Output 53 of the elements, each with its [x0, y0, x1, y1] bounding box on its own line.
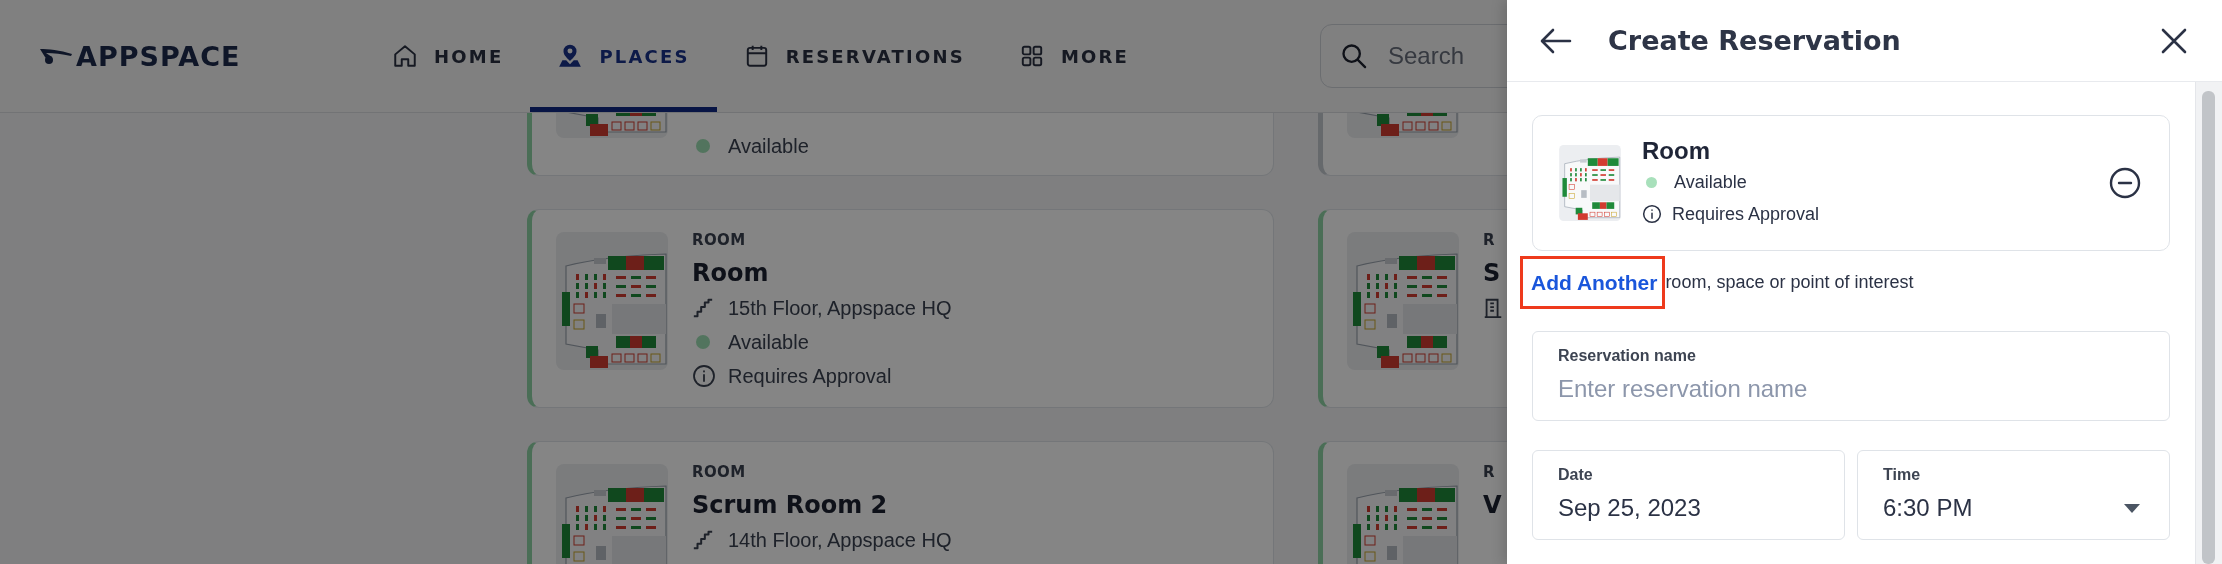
place-category: ROOM: [692, 462, 747, 482]
logo-icon: [40, 47, 74, 65]
date-input[interactable]: Sep 25, 2023: [1558, 491, 1819, 525]
home-icon: [392, 43, 418, 69]
place-category: ROOM: [692, 230, 747, 250]
time-dropdown[interactable]: 6:30 PM: [1883, 491, 2124, 525]
info-icon: [692, 364, 716, 388]
text-input[interactable]: Enter reservation name: [1558, 372, 2144, 406]
add-another-hint: room, space or point of interest: [1665, 272, 1914, 293]
stairs-icon: [692, 297, 714, 319]
logo-text: APPSPACE: [76, 40, 241, 72]
place-status: Available: [1674, 171, 1747, 193]
close-icon[interactable]: [2160, 26, 2188, 55]
dropdown-field[interactable]: Time 6:30 PM: [1857, 450, 2170, 540]
back-arrow-icon[interactable]: [1540, 26, 1572, 55]
place-name: Scrum Room 2: [692, 491, 889, 519]
caret-icon: [2124, 503, 2140, 513]
place-name: S: [1483, 259, 1502, 287]
nav-tab[interactable]: RESERVATIONS: [716, 0, 992, 112]
place-card[interactable]: ROOM Scrum Room 2 14th Floor, Appspace HQ: [527, 441, 1274, 564]
search-icon: [1340, 42, 1368, 70]
info-icon: [1642, 204, 1662, 224]
approval-note: Requires Approval: [1672, 203, 1820, 225]
status-dot: [696, 335, 710, 349]
place-card[interactable]: ROOM Room 15th Floor, Appspace HQ Available Requires Approval: [527, 209, 1274, 408]
nav-tab[interactable]: HOME: [365, 0, 531, 112]
status-dot: [696, 139, 710, 153]
input-field[interactable]: Reservation name Enter reservation name: [1532, 331, 2170, 421]
field-label: Date: [1558, 465, 1594, 485]
field-label: Reservation name: [1558, 346, 1697, 366]
add-another-link[interactable]: Add Another: [1520, 256, 1666, 309]
field-label: Time: [1883, 465, 1922, 485]
scrollbar-thumb[interactable]: [2202, 91, 2215, 564]
building-icon: [1483, 297, 1503, 319]
approval-note: Requires Approval: [728, 364, 892, 388]
place-name: Room: [692, 259, 770, 287]
place-category: R: [1483, 230, 1496, 250]
stairs-icon: [692, 529, 714, 551]
place-category: R: [1483, 462, 1496, 482]
search-input[interactable]: Search: [1388, 42, 1558, 70]
place-status: Available: [728, 134, 809, 158]
status-dot: [1646, 176, 1657, 188]
scrollbar[interactable]: [2195, 82, 2222, 564]
place-name: Room: [1642, 136, 1711, 166]
place-name: V: [1483, 491, 1502, 519]
person-pin-icon: [557, 43, 584, 69]
remove-icon[interactable]: [2109, 167, 2141, 199]
date-field[interactable]: Date Sep 25, 2023: [1532, 450, 1845, 540]
place-status: Available: [728, 330, 809, 354]
place-card[interactable]: Available: [527, 113, 1274, 176]
place-location: 14th Floor, Appspace HQ: [728, 528, 952, 552]
place-location: 15th Floor, Appspace HQ: [728, 296, 952, 320]
nav-tab[interactable]: MORE: [991, 0, 1157, 112]
